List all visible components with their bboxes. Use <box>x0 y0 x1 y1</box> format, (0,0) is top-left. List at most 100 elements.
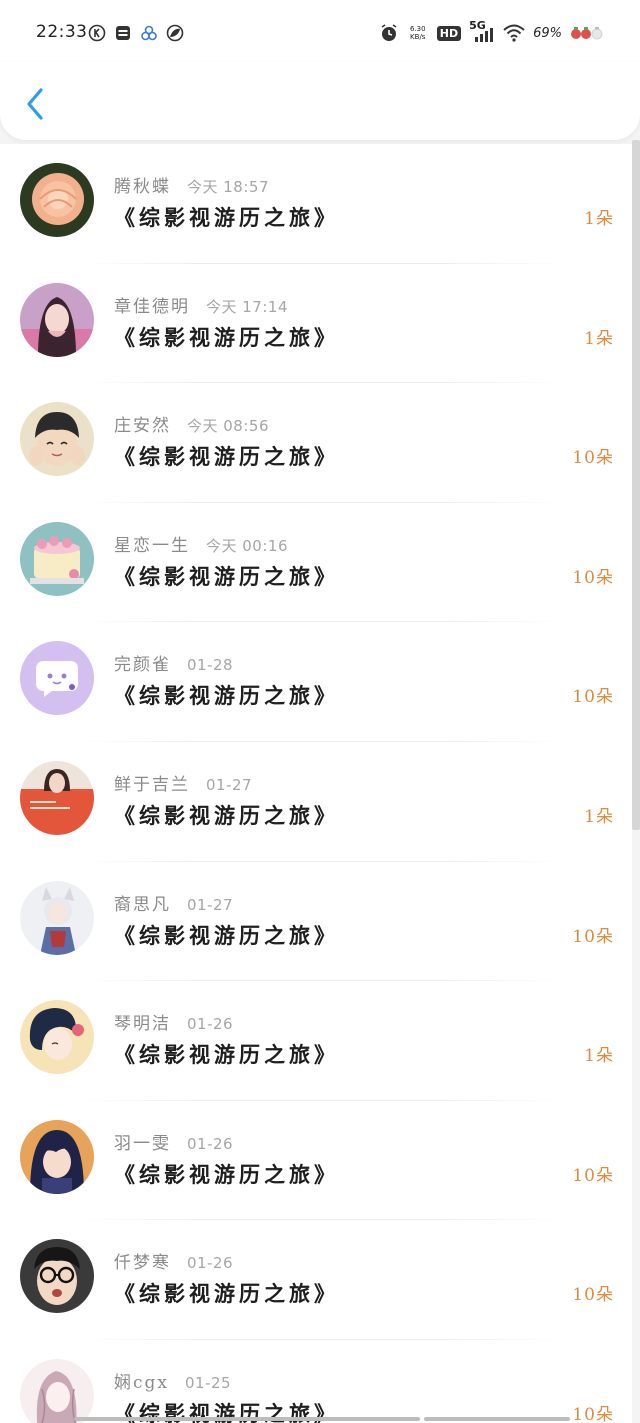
book-title: 《综影视游历之旅》 <box>114 1281 339 1307</box>
send-time: 01-27 <box>187 895 234 914</box>
avatar[interactable] <box>20 1119 94 1194</box>
send-time: 01-26 <box>187 1254 234 1273</box>
sender-name: 娴cgx <box>114 1372 169 1393</box>
list-item[interactable]: 庄安然 今天 08:56 《综影视游历之旅》 10朵 <box>0 383 632 503</box>
sender-name-line: 完颜雀 01-28 <box>114 650 233 675</box>
flower-count: 1朵 <box>584 328 614 349</box>
sender-name: 庄安然 <box>114 416 171 437</box>
flower-count: 1朵 <box>584 806 614 827</box>
sketch-girl-avatar-image <box>20 1358 94 1423</box>
list-item[interactable]: 仟梦寒 01-26 《综影视游历之旅》 10朵 <box>0 1220 632 1340</box>
book-title: 《综影视游历之旅》 <box>114 802 339 828</box>
sender-name-line: 腾秋蝶 今天 18:57 <box>114 172 269 197</box>
list-item[interactable]: 鲜于吉兰 01-27 《综影视游历之旅》 1朵 <box>0 742 632 862</box>
avatar[interactable] <box>20 402 94 477</box>
girl-avatar-image <box>20 282 94 357</box>
sender-name-line: 仟梦寒 01-26 <box>114 1248 233 1273</box>
avatar[interactable] <box>20 1000 94 1075</box>
book-title: 《综影视游历之旅》 <box>114 683 339 709</box>
send-time: 01-25 <box>185 1373 232 1392</box>
cloud-app-icon <box>141 25 157 41</box>
flower-count: 10朵 <box>572 1165 614 1186</box>
avatar[interactable] <box>20 163 94 237</box>
avatar[interactable] <box>20 1358 94 1423</box>
list-item[interactable]: 章佳德明 今天 17:14 《综影视游历之旅》 1朵 <box>0 264 632 384</box>
gift-record-list[interactable]: 腾秋蝶 今天 18:57 《综影视游历之旅》 1朵 章佳德明 今天 17:14 《综… <box>0 144 632 1423</box>
flower-count: 10朵 <box>572 926 614 947</box>
flower-count: 10朵 <box>572 1285 614 1306</box>
send-time: 01-28 <box>187 656 234 675</box>
flower-count: 10朵 <box>572 687 614 708</box>
list-item[interactable]: 腾秋蝶 今天 18:57 《综影视游历之旅》 1朵 <box>0 144 632 264</box>
header-bar <box>0 62 640 140</box>
list-item[interactable]: 裔思凡 01-27 《综影视游历之旅》 10朵 <box>0 862 632 982</box>
back-button[interactable] <box>18 84 52 124</box>
alarm-icon <box>381 24 397 41</box>
sender-name: 完颜雀 <box>114 655 171 676</box>
sender-name-line: 鲜于吉兰 01-27 <box>114 770 252 795</box>
sender-name: 星恋一生 <box>114 535 190 556</box>
sender-name: 裔思凡 <box>114 894 171 915</box>
list-item[interactable]: 羽一雯 01-26 《综影视游历之旅》 10朵 <box>0 1101 632 1221</box>
status-time: 22:33 <box>36 22 88 42</box>
avatar[interactable] <box>20 641 94 716</box>
sender-name-line: 琴明洁 01-26 <box>114 1009 233 1034</box>
cartoon-boy-avatar-image <box>20 402 94 477</box>
anime-boy-avatar-image <box>20 1119 94 1194</box>
book-title: 《综影视游历之旅》 <box>114 922 339 948</box>
send-time: 今天 17:14 <box>206 297 288 316</box>
avatar[interactable] <box>20 1239 94 1314</box>
list-item[interactable]: 完颜雀 01-28 《综影视游历之旅》 10朵 <box>0 622 632 742</box>
book-title: 《综影视游历之旅》 <box>114 1042 339 1068</box>
card-app-icon <box>116 26 130 40</box>
sender-name: 羽一雯 <box>114 1133 171 1154</box>
avatar[interactable] <box>20 880 94 955</box>
wifi-icon <box>503 24 525 42</box>
chat-bubble-avatar-image <box>20 641 94 716</box>
glasses-boy-avatar-image <box>20 1239 94 1314</box>
send-time: 今天 08:56 <box>187 417 269 436</box>
list-item[interactable]: 琴明洁 01-26 《综影视游历之旅》 1朵 <box>0 981 632 1101</box>
sender-name-line: 娴cgx 01-25 <box>114 1368 231 1393</box>
book-title: 《综影视游历之旅》 <box>114 563 339 589</box>
battery-strawberry-icon <box>571 27 603 40</box>
flower-count: 10朵 <box>572 448 614 469</box>
cake-avatar-image <box>20 521 94 596</box>
list-item[interactable]: 星恋一生 今天 00:16 《综影视游历之旅》 10朵 <box>0 503 632 623</box>
network-type: 5G <box>469 19 495 43</box>
gesture-bar-secondary[interactable] <box>424 1417 570 1421</box>
gesture-bar[interactable] <box>74 1417 420 1421</box>
leaf-app-icon <box>166 24 184 42</box>
rose-avatar-image <box>20 163 94 237</box>
avatar[interactable] <box>20 282 94 357</box>
status-bar: 22:33 6.30 KB/s HD 5G 69% <box>0 0 640 62</box>
net-speed: 6.30 KB/s <box>409 25 426 41</box>
signal-icon <box>475 28 494 42</box>
book-title: 《综影视游历之旅》 <box>114 444 339 470</box>
sender-name-line: 庄安然 今天 08:56 <box>114 411 269 436</box>
book-title: 《综影视游历之旅》 <box>114 324 339 350</box>
send-time: 01-27 <box>206 775 253 794</box>
anime-fox-girl-avatar-image <box>20 880 94 955</box>
sender-name-line: 星恋一生 今天 00:16 <box>114 531 288 556</box>
avatar[interactable] <box>20 760 94 835</box>
girl-red-poster-avatar-image <box>20 760 94 835</box>
sender-name: 鲜于吉兰 <box>114 774 190 795</box>
sender-name-line: 裔思凡 01-27 <box>114 890 233 915</box>
sender-name: 琴明洁 <box>114 1014 171 1035</box>
curly-hair-girl-avatar-image <box>20 1000 94 1075</box>
sender-name: 腾秋蝶 <box>114 177 171 197</box>
send-time: 01-26 <box>187 1134 234 1153</box>
sender-name: 章佳德明 <box>114 296 190 317</box>
scrollbar[interactable] <box>632 140 640 830</box>
send-time: 今天 00:16 <box>206 536 288 555</box>
flower-count: 1朵 <box>584 1046 614 1067</box>
sender-name-line: 羽一雯 01-26 <box>114 1129 233 1154</box>
status-right-group: 6.30 KB/s HD 5G 69% <box>379 19 606 46</box>
hd-badge: HD <box>436 25 462 41</box>
send-time: 今天 18:57 <box>187 178 269 196</box>
flower-count: 10朵 <box>572 1404 614 1423</box>
avatar[interactable] <box>20 521 94 596</box>
list-item[interactable]: 娴cgx 01-25 《综影视游历之旅》 10朵 <box>0 1340 632 1423</box>
sender-name: 仟梦寒 <box>114 1253 171 1274</box>
